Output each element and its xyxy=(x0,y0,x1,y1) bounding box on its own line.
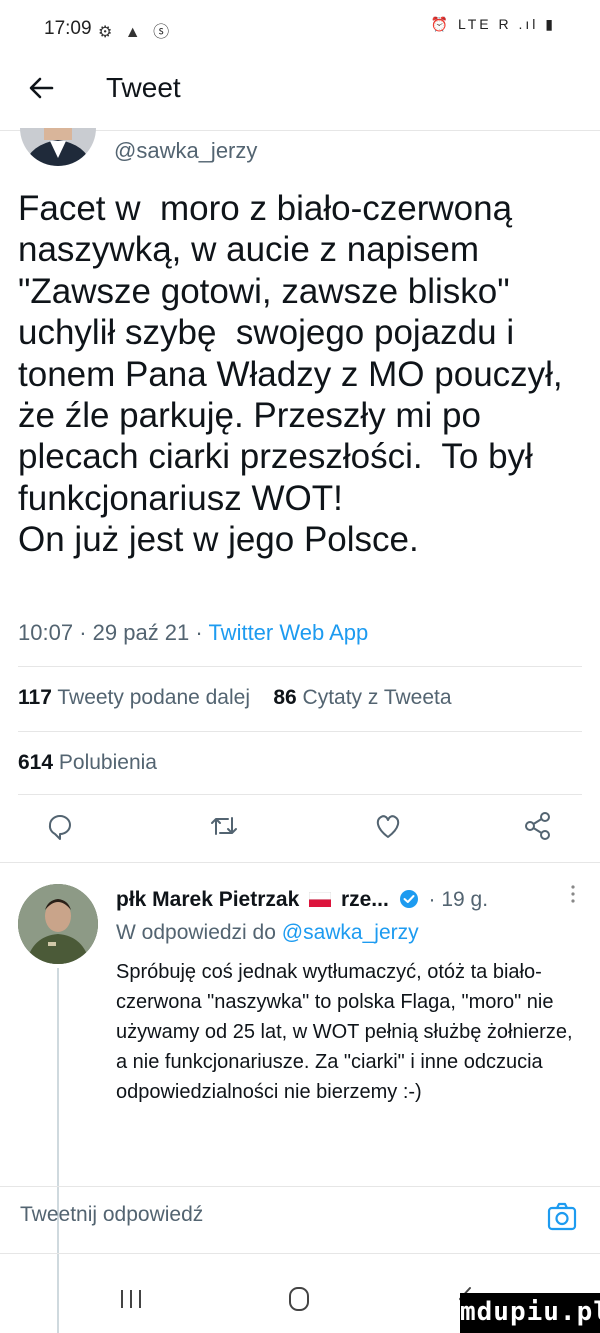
camera-icon[interactable] xyxy=(544,1199,580,1235)
reply-time: 19 g. xyxy=(441,888,489,911)
home-icon[interactable] xyxy=(286,1286,312,1312)
retweets-count: 117 xyxy=(18,686,52,709)
reply-text: Spróbuję coś jednak wytłumaczyć, otóż ta… xyxy=(116,961,573,1103)
divider xyxy=(18,794,582,795)
tweet-meta: 10:07 · 29 paź 21 · Twitter Web App xyxy=(18,620,368,646)
reply-author-name-suffix: rze... xyxy=(340,888,389,911)
replying-to: W odpowiedzi do @sawka_jerzy xyxy=(116,921,419,945)
share-icon[interactable] xyxy=(520,808,556,844)
divider xyxy=(18,666,582,667)
watermark-text: mdupiu.pl xyxy=(460,1297,600,1327)
top-bar: Tweet xyxy=(0,58,600,128)
watermark: mdupiu.pl xyxy=(460,1293,600,1333)
reply-author-name[interactable]: płk Marek Pietrzak xyxy=(116,888,299,911)
author-avatar[interactable] xyxy=(20,128,96,166)
system-status-icons: ⏰ LTE R .ıl ▮ xyxy=(430,16,556,32)
retweet-icon[interactable] xyxy=(206,808,242,844)
meta-separator: · xyxy=(195,620,203,645)
page-title: Tweet xyxy=(106,72,181,103)
replying-label: W odpowiedzi do xyxy=(116,921,276,944)
tweet-source-link[interactable]: Twitter Web App xyxy=(208,620,368,645)
quotes-label: Cytaty z Tweeta xyxy=(302,686,452,709)
poland-flag-icon xyxy=(309,892,332,907)
reply-compose-input[interactable]: Tweetnij odpowiedź xyxy=(20,1203,203,1227)
divider xyxy=(0,862,600,863)
verified-badge-icon xyxy=(399,890,418,908)
divider xyxy=(18,731,582,732)
notification-icons: ⚙ ▲ ⓢ xyxy=(98,24,174,41)
reply-icon[interactable] xyxy=(42,808,78,844)
more-options-icon[interactable] xyxy=(570,884,576,904)
compose-bar: Tweetnij odpowiedź xyxy=(0,1187,600,1253)
retweet-stats[interactable]: 117 Tweety podane dalej 86 Cytaty z Twee… xyxy=(18,686,452,710)
quotes-count: 86 xyxy=(273,686,297,709)
back-arrow-icon[interactable] xyxy=(22,68,62,108)
retweets-label: Tweety podane dalej xyxy=(57,686,250,709)
tweet-time: 10:07 xyxy=(18,620,74,645)
reply-avatar[interactable] xyxy=(18,884,98,964)
reply-dot: · xyxy=(428,888,436,911)
likes-label: Polubienia xyxy=(58,751,157,774)
recents-icon[interactable] xyxy=(118,1288,144,1310)
status-bar: 17:09 ⚙ ▲ ⓢ ⏰ LTE R .ıl ▮ xyxy=(0,0,600,56)
tweet-date: 29 paź 21 xyxy=(92,620,190,645)
tweet-actions xyxy=(0,808,600,852)
author-handle[interactable]: @sawka_jerzy xyxy=(114,138,257,164)
like-icon[interactable] xyxy=(370,808,406,844)
replying-handle-link[interactable]: @sawka_jerzy xyxy=(282,921,419,944)
likes-count: 614 xyxy=(18,751,54,774)
status-time: 17:09 xyxy=(44,18,92,39)
tweet-text: Facet w moro z biało-czerwoną naszywką, … xyxy=(18,189,563,560)
likes-stats[interactable]: 614 Polubienia xyxy=(18,751,157,775)
meta-separator: · xyxy=(79,620,87,645)
divider xyxy=(0,1253,600,1254)
reply-header: płk Marek Pietrzak rze... · 19 g. xyxy=(116,888,488,912)
